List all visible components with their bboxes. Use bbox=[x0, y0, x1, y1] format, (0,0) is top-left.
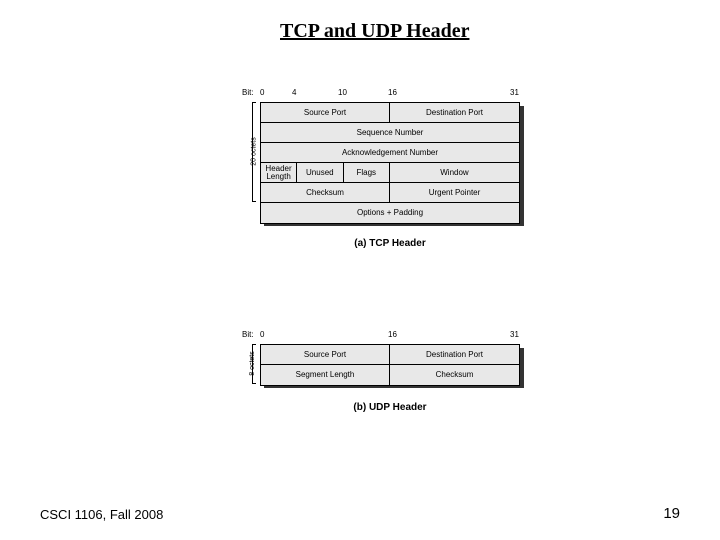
bit-label: Bit: bbox=[242, 88, 254, 97]
tcp-urgent: Urgent Pointer bbox=[390, 183, 519, 202]
bit-label: Bit: bbox=[242, 330, 254, 339]
bit-tick: 31 bbox=[510, 88, 519, 97]
udp-src-port: Source Port bbox=[261, 345, 390, 364]
footer-course: CSCI 1106, Fall 2008 bbox=[40, 507, 163, 522]
tcp-hlen: Header Length bbox=[261, 163, 297, 182]
bit-tick: 0 bbox=[260, 330, 264, 339]
tcp-window: Window bbox=[390, 163, 519, 182]
tcp-src-port: Source Port bbox=[261, 103, 390, 122]
udp-dst-port: Destination Port bbox=[390, 345, 519, 364]
bit-tick: 16 bbox=[388, 88, 397, 97]
side-label: 20 octets bbox=[251, 137, 258, 165]
bit-tick: 31 bbox=[510, 330, 519, 339]
bit-tick: 10 bbox=[338, 88, 347, 97]
tcp-caption: (a) TCP Header bbox=[260, 238, 520, 249]
bit-tick: 16 bbox=[388, 330, 397, 339]
tcp-unused: Unused bbox=[297, 163, 343, 182]
udp-caption: (b) UDP Header bbox=[260, 402, 520, 413]
udp-table: Source Port Destination Port Segment Len… bbox=[260, 344, 520, 386]
tcp-seq: Sequence Number bbox=[261, 123, 519, 142]
tcp-table: Source Port Destination Port Sequence Nu… bbox=[260, 102, 520, 224]
tcp-checksum: Checksum bbox=[261, 183, 390, 202]
udp-length: Segment Length bbox=[261, 365, 390, 385]
tcp-dst-port: Destination Port bbox=[390, 103, 519, 122]
tcp-options: Options + Padding bbox=[261, 203, 519, 223]
footer-page-number: 19 bbox=[663, 505, 680, 522]
bit-tick: 4 bbox=[292, 88, 296, 97]
tcp-ack: Acknowledgement Number bbox=[261, 143, 519, 162]
side-label: 8 octets bbox=[249, 351, 256, 376]
udp-checksum: Checksum bbox=[390, 365, 519, 385]
tcp-flags: Flags bbox=[344, 163, 390, 182]
bit-tick: 0 bbox=[260, 88, 264, 97]
page-title: TCP and UDP Header bbox=[280, 20, 469, 43]
